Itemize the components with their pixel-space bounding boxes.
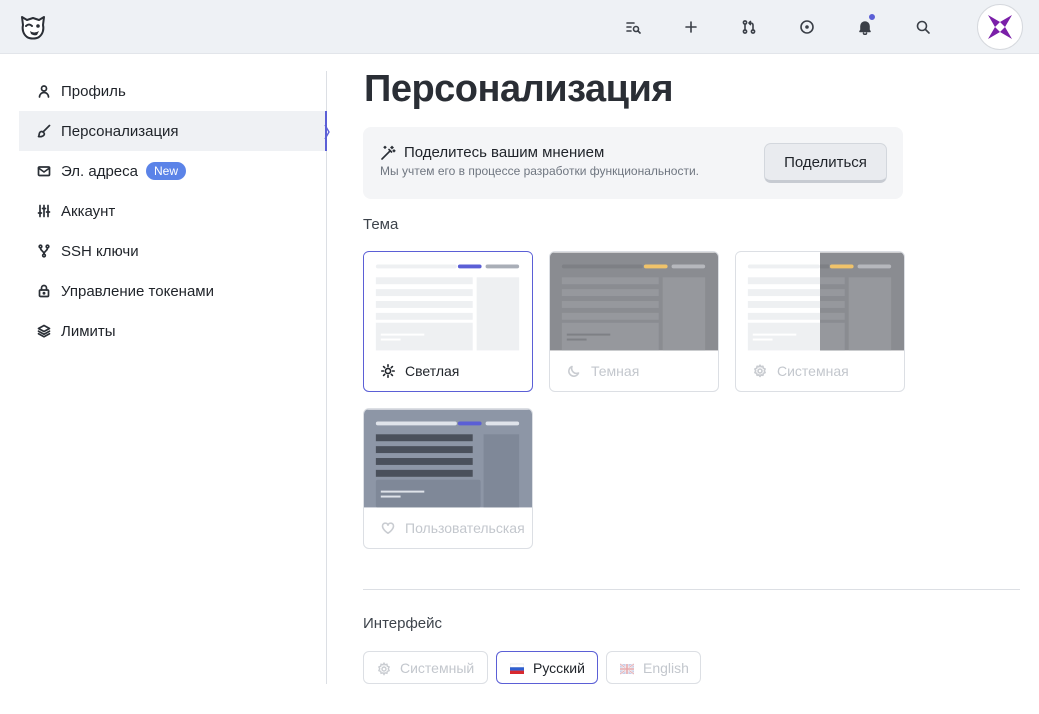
gear-icon xyxy=(753,364,767,378)
heart-icon xyxy=(381,521,395,535)
flag-uk-icon xyxy=(620,662,634,675)
sidebar-item-profile[interactable]: Профиль xyxy=(19,71,326,111)
feedback-panel: Поделитесь вашим мнением Мы учтем его в … xyxy=(363,127,903,199)
top-bar xyxy=(0,0,1039,54)
theme-preview-dark xyxy=(550,252,718,351)
sidebar-item-label: SSH ключи xyxy=(61,242,139,260)
logo-icon[interactable] xyxy=(17,11,49,43)
sidebar-item-limits[interactable]: Лимиты xyxy=(19,311,326,351)
bell-icon[interactable] xyxy=(853,13,877,39)
sidebar-item-email[interactable]: Эл. адреса New xyxy=(19,151,326,191)
sidebar-item-personalization[interactable]: Персонализация xyxy=(19,111,327,151)
merge-request-icon[interactable] xyxy=(737,15,761,39)
theme-option-dark[interactable]: Темная xyxy=(549,251,719,392)
avatar-image xyxy=(988,15,1012,39)
notification-dot xyxy=(868,13,876,21)
plus-icon[interactable] xyxy=(679,15,703,39)
theme-option-system[interactable]: Системная xyxy=(735,251,905,392)
sliders-icon xyxy=(37,204,51,218)
theme-preview-light xyxy=(364,252,532,351)
feedback-subtitle: Мы учтем его в процессе разработки функц… xyxy=(380,164,699,178)
sidebar-item-label: Профиль xyxy=(61,82,126,100)
language-option-system[interactable]: Системный xyxy=(363,651,488,684)
sidebar-item-account[interactable]: Аккаунт xyxy=(19,191,326,231)
avatar[interactable] xyxy=(977,4,1023,50)
language-russian-label: Русский xyxy=(533,659,585,676)
interface-section-label: Интерфейс xyxy=(363,615,443,632)
theme-system-label: Системная xyxy=(777,363,849,379)
issue-icon[interactable] xyxy=(795,15,819,39)
new-badge: New xyxy=(146,162,187,180)
sidebar-item-label: Лимиты xyxy=(61,322,116,340)
magic-wand-icon xyxy=(380,145,396,161)
user-icon xyxy=(37,84,51,98)
theme-light-label: Светлая xyxy=(405,363,460,379)
language-system-label: Системный xyxy=(400,659,475,676)
sidebar-chevron-icon xyxy=(324,124,330,140)
sun-icon xyxy=(381,364,395,378)
theme-custom-label: Пользовательская xyxy=(405,520,525,536)
flag-ru-icon xyxy=(510,662,524,674)
share-button[interactable]: Поделиться xyxy=(764,143,887,183)
section-divider xyxy=(363,589,1020,590)
sidebar-item-ssh-keys[interactable]: SSH ключи xyxy=(19,231,326,271)
language-option-russian[interactable]: Русский xyxy=(496,651,598,684)
branch-icon xyxy=(37,244,51,258)
theme-option-custom[interactable]: Пользовательская xyxy=(363,408,533,549)
sidebar-item-label: Управление токенами xyxy=(61,282,214,300)
brush-icon xyxy=(37,124,51,138)
gear-icon xyxy=(377,661,391,676)
theme-option-light[interactable]: Светлая xyxy=(363,251,533,392)
search-list-icon[interactable] xyxy=(621,15,645,39)
language-english-label: English xyxy=(643,659,689,676)
theme-preview-system xyxy=(736,252,904,351)
theme-dark-label: Темная xyxy=(591,363,640,379)
theme-section-label: Тема xyxy=(363,216,399,233)
sidebar-item-tokens[interactable]: Управление токенами xyxy=(19,271,326,311)
page-title: Персонализация xyxy=(364,68,674,110)
sidebar-item-label: Аккаунт xyxy=(61,202,116,220)
feedback-title: Поделитесь вашим мнением xyxy=(404,144,605,161)
search-icon[interactable] xyxy=(911,15,935,39)
language-option-english[interactable]: English xyxy=(606,651,701,684)
mail-icon xyxy=(37,164,51,178)
sidebar-item-label: Персонализация xyxy=(61,122,179,140)
sidebar-item-label: Эл. адреса xyxy=(61,162,138,180)
sidebar: Профиль Персонализация Эл. адреса New Ак… xyxy=(19,71,327,684)
lock-icon xyxy=(37,284,51,298)
theme-preview-custom xyxy=(364,409,532,508)
moon-icon xyxy=(567,364,581,378)
layers-icon xyxy=(37,324,51,338)
